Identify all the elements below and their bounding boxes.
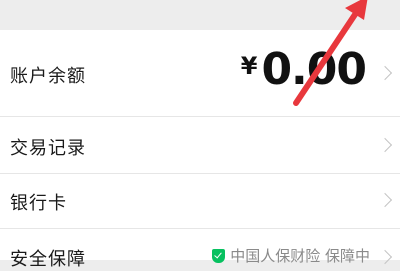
security-row[interactable]: 安全保障 中国人保财险 保障中 [0,229,400,270]
currency-symbol: ¥ [240,52,258,80]
balance-row[interactable]: 账户余额 ¥ 0.00 [0,30,400,117]
security-label: 安全保障 [10,249,86,270]
balance-amount: ¥ 0.00 [240,44,367,95]
balance-value: 0.00 [261,44,367,95]
transaction-records-row[interactable]: 交易记录 [0,117,400,174]
bank-card-label: 银行卡 [10,193,67,214]
chevron-right-icon [377,192,393,208]
transaction-records-label: 交易记录 [10,138,86,159]
chevron-right-icon [377,137,393,153]
balance-label: 账户余额 [10,66,86,87]
chevron-right-icon [377,249,393,265]
insurance-status: 中国人保财险 保障中 [212,245,370,266]
insurance-text: 中国人保财险 保障中 [230,247,370,265]
chevron-right-icon [377,65,393,81]
shield-check-icon [212,248,226,263]
bank-card-row[interactable]: 银行卡 [0,174,400,229]
top-bar [0,0,400,30]
